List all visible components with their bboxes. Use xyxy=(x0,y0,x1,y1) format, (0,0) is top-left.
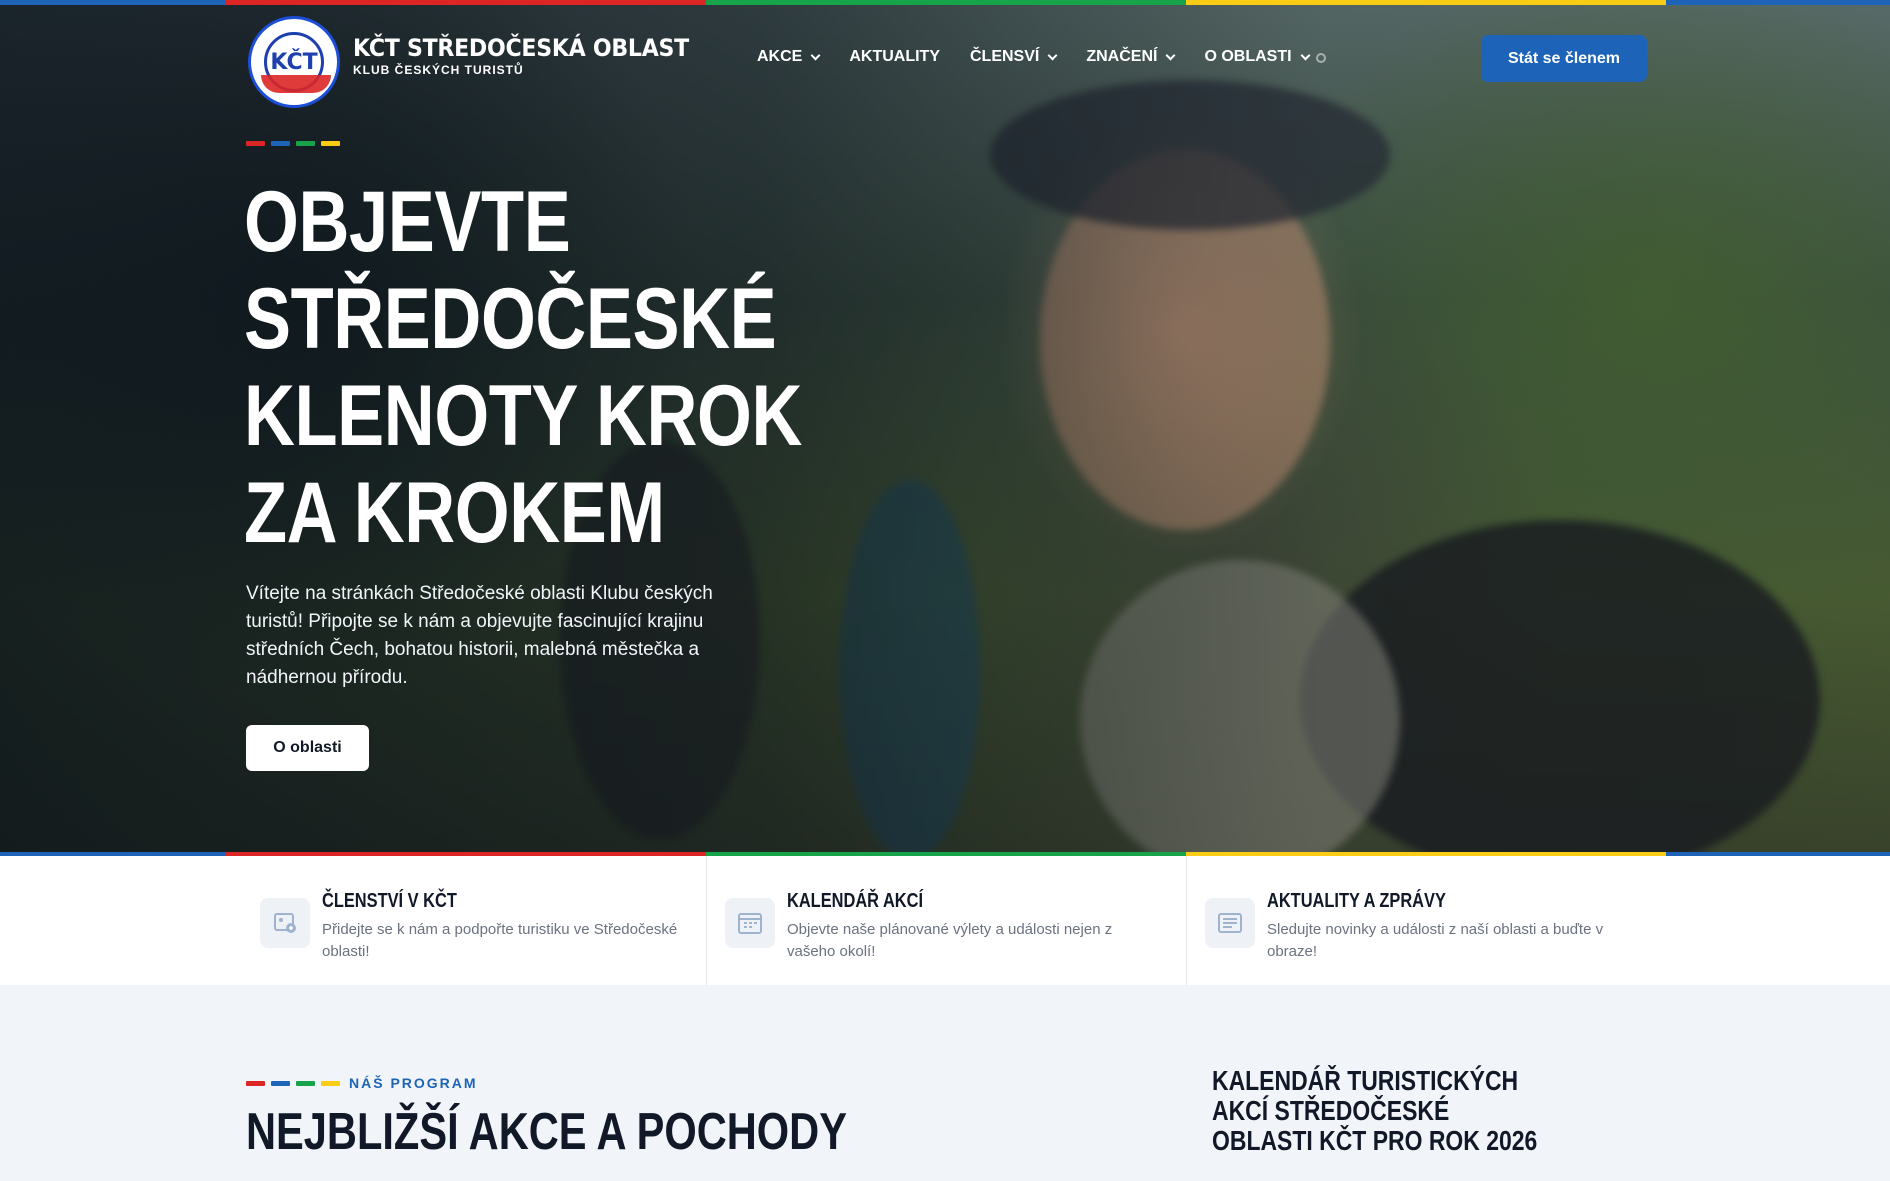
feature-card-news[interactable]: AKTUALITY A ZPRÁVY Sledujte novinky a ud… xyxy=(1186,856,1666,985)
feature-card-calendar[interactable]: KALENDÁŘ AKCÍ Objevte naše plánované výl… xyxy=(706,856,1186,985)
nav-item-label: AKTUALITY xyxy=(849,48,940,65)
become-member-button[interactable]: Stát se členem xyxy=(1481,35,1647,82)
calendar-icon xyxy=(725,898,775,948)
top-line-segment-blue-end xyxy=(1666,0,1890,5)
chevron-down-icon xyxy=(1166,50,1176,60)
feature-card-membership[interactable]: ČLENSTVÍ V KČT Přidejte se k nám a podpo… xyxy=(242,856,706,985)
chevron-down-icon xyxy=(1300,50,1311,60)
nav-item-aktuality[interactable]: AKTUALITY xyxy=(849,48,940,66)
calendar-title[interactable]: KALENDÁŘ TURISTICKÝCH AKCÍ STŘEDOČESKÉ O… xyxy=(1212,1066,1556,1156)
nav-item-label: ČLENSVÍ xyxy=(970,48,1040,65)
hero-description: Vítejte na stránkách Středočeské oblasti… xyxy=(246,583,713,688)
accent-bar-yellow xyxy=(321,1081,340,1086)
hero-section: KČT KČT STŘEDOČESKÁ OBLAST KLUB ČESKÝCH … xyxy=(0,0,1890,852)
search-icon[interactable] xyxy=(1316,53,1326,63)
top-line-segment-red xyxy=(226,0,706,5)
nav-item-label: AKCE xyxy=(757,48,803,65)
nav-item-znaceni[interactable]: ZNAČENÍ xyxy=(1086,48,1176,66)
accent-bar-blue xyxy=(271,1081,290,1086)
program-title: NEJBLIŽŠÍ AKCE A POCHODY xyxy=(246,1103,847,1161)
top-line-segment-yellow xyxy=(1186,0,1666,5)
chevron-down-icon xyxy=(1047,50,1058,60)
news-icon xyxy=(1205,898,1255,948)
main-nav: AKCE AKTUALITY ČLENSVÍ ZNAČENÍ O OBLASTI xyxy=(757,48,1339,66)
feature-text: Sledujte novinky a události z naší oblas… xyxy=(1267,921,1604,960)
accent-bar-blue xyxy=(271,141,290,146)
logo-ring-red xyxy=(261,75,331,93)
nav-item-akce[interactable]: AKCE xyxy=(757,48,821,66)
about-region-button[interactable]: O oblasti xyxy=(246,725,369,771)
site-logo[interactable]: KČT xyxy=(248,16,340,108)
brand-title[interactable]: KČT STŘEDOČESKÁ OBLAST xyxy=(353,34,689,62)
top-color-line xyxy=(0,0,1890,5)
nav-item-label: O OBLASTI xyxy=(1204,48,1292,65)
chevron-down-icon xyxy=(810,50,821,60)
accent-bar-green xyxy=(296,141,315,146)
membership-icon xyxy=(260,898,310,948)
feature-title: AKTUALITY A ZPRÁVY xyxy=(1267,890,1446,912)
feature-text: Přidejte se k nám a podpořte turistiku v… xyxy=(322,921,678,960)
accent-bar-red xyxy=(246,141,265,146)
accent-bar-green xyxy=(296,1081,315,1086)
feature-strip: ČLENSTVÍ V KČT Přidejte se k nám a podpo… xyxy=(0,852,1890,985)
hero-title: OBJEVTE STŘEDOČESKÉ KLENOTY KROK ZA KROK… xyxy=(244,174,802,561)
nav-item-clenstvi[interactable]: ČLENSVÍ xyxy=(970,48,1058,66)
hero-accent-bars xyxy=(246,141,340,146)
program-kicker: NÁŠ PROGRAM xyxy=(349,1075,478,1091)
feature-text: Objevte naše plánované výlety a události… xyxy=(787,921,1113,960)
program-accent-bars xyxy=(246,1081,340,1086)
top-line-segment-blue xyxy=(0,0,226,5)
feature-line-segment-blue-end xyxy=(1666,852,1890,856)
nav-item-o-oblasti[interactable]: O OBLASTI xyxy=(1204,48,1311,66)
brand-subtitle: KLUB ČESKÝCH TURISTŮ xyxy=(353,63,524,77)
accent-bar-yellow xyxy=(321,141,340,146)
top-line-segment-green xyxy=(706,0,1186,5)
feature-line-segment-blue xyxy=(0,852,226,856)
nav-item-label: ZNAČENÍ xyxy=(1086,48,1158,65)
feature-title: ČLENSTVÍ V KČT xyxy=(322,890,457,912)
accent-bar-red xyxy=(246,1081,265,1086)
feature-title: KALENDÁŘ AKCÍ xyxy=(787,890,924,912)
